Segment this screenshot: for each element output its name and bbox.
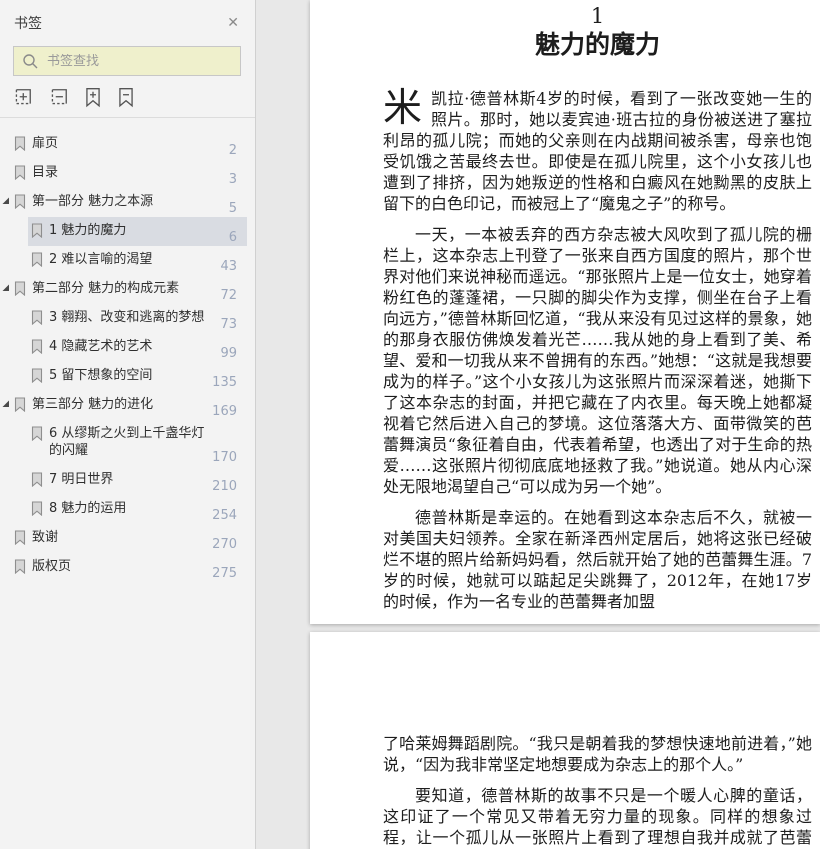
bookmark-icon — [31, 471, 43, 487]
bookmarks-panel: 书签 ✕ 书签查找 扉页 2 目录 3 第一部分 魅力之本源 5 1 魅力的魔力… — [0, 0, 256, 849]
search-icon — [22, 53, 47, 70]
bookmark-item[interactable]: 版权页 275 — [2, 553, 247, 582]
bookmark-page-number: 73 — [220, 317, 237, 332]
bookmark-item[interactable]: 8 魅力的运用 254 — [28, 495, 247, 524]
bookmark-label: 5 留下想象的空间 — [49, 368, 153, 383]
bookmark-page-number: 275 — [212, 566, 237, 581]
paragraph: 一天，一本被丢弃的西方杂志被大风吹到了孤儿院的栅栏上，这本杂志上刊登了一张来自西… — [383, 225, 812, 496]
bookmark-item[interactable]: 2 难以言喻的渴望 43 — [28, 246, 247, 275]
panel-title: 书签 — [14, 16, 42, 32]
bookmark-icon — [31, 500, 43, 516]
bookmark-page-number: 3 — [228, 172, 237, 187]
paragraph: 米凯拉·德普林斯4岁的时候，看到了一张改变她一生的照片。那时，她以麦宾迪·班古拉… — [383, 88, 812, 214]
close-icon[interactable]: ✕ — [227, 16, 239, 30]
bookmark-item[interactable]: 致谢 270 — [2, 524, 247, 553]
bookmark-label: 4 隐藏艺术的艺术 — [49, 339, 153, 354]
bookmark-search-box[interactable] — [13, 46, 241, 76]
bookmark-page-number: 72 — [220, 288, 237, 303]
bookmark-item[interactable]: 3 翱翔、改变和逃离的梦想 73 — [28, 304, 247, 333]
bookmark-label: 8 魅力的运用 — [49, 501, 127, 516]
bookmark-page-number: 169 — [212, 404, 237, 419]
bookmark-icon — [14, 396, 26, 412]
bookmark-label: 第三部分 魅力的进化 — [32, 397, 154, 412]
drop-cap: 米 — [383, 86, 423, 131]
bookmark-item[interactable]: 第二部分 魅力的构成元素 72 — [2, 275, 247, 304]
bookmark-icon — [31, 367, 43, 383]
chapter-number: 1 — [590, 4, 605, 28]
bookmark-label: 6 从缪斯之火到上千盏华灯的闪耀 — [49, 426, 205, 458]
bookmark-page-number: 210 — [212, 479, 237, 494]
bookmark-icon — [31, 338, 43, 354]
bookmark-item[interactable]: 7 明日世界 210 — [28, 466, 247, 495]
expander-icon[interactable] — [2, 396, 14, 408]
search-input[interactable] — [47, 53, 232, 69]
bookmark-page-number: 2 — [228, 143, 237, 158]
bookmark-icon — [31, 251, 43, 267]
paragraph: 了哈莱姆舞蹈剧院。“我只是朝着我的梦想快速地前进着，”她说，“因为我非常坚定地想… — [383, 734, 812, 774]
bookmark-label: 版权页 — [32, 559, 72, 574]
bookmark-label: 2 难以言喻的渴望 — [49, 252, 153, 267]
bookmarks-toolbar — [0, 76, 255, 118]
document-page-1: 1 魅力的魔力 米凯拉·德普林斯4岁的时候，看到了一张改变她一生的照片。那时，她… — [310, 0, 820, 624]
expand-all-icon[interactable] — [12, 87, 33, 108]
bookmark-item[interactable]: 第一部分 魅力之本源 5 — [2, 188, 247, 217]
remove-bookmark-icon[interactable] — [117, 87, 135, 108]
document-view[interactable]: 1 魅力的魔力 米凯拉·德普林斯4岁的时候，看到了一张改变她一生的照片。那时，她… — [256, 0, 820, 849]
bookmark-label: 7 明日世界 — [49, 472, 114, 487]
bookmark-item[interactable]: 1 魅力的魔力 6 — [28, 217, 247, 246]
bookmark-icon — [14, 280, 26, 296]
add-bookmark-icon[interactable] — [84, 87, 102, 108]
bookmark-icon — [14, 164, 26, 180]
bookmark-page-number: 99 — [220, 346, 237, 361]
bookmark-item[interactable]: 扉页 2 — [2, 130, 247, 159]
bookmark-icon — [14, 529, 26, 545]
bookmark-label: 第一部分 魅力之本源 — [32, 194, 154, 209]
paragraph: 德普林斯是幸运的。在她看到这本杂志后不久，就被一对美国夫妇领养。全家在新泽西州定… — [383, 508, 812, 611]
collapse-all-icon[interactable] — [48, 87, 69, 108]
bookmark-label: 扉页 — [32, 136, 59, 151]
bookmark-icon — [14, 193, 26, 209]
bookmarks-panel-header: 书签 ✕ — [0, 0, 255, 43]
bookmark-item[interactable]: 4 隐藏艺术的艺术 99 — [28, 333, 247, 362]
bookmark-item[interactable]: 6 从缪斯之火到上千盏华灯的闪耀 170 — [28, 420, 247, 466]
expander-icon[interactable] — [2, 280, 14, 292]
document-page-2: 了哈莱姆舞蹈剧院。“我只是朝着我的梦想快速地前进着，”她说，“因为我非常坚定地想… — [310, 632, 820, 849]
bookmark-item[interactable]: 第三部分 魅力的进化 169 — [2, 391, 247, 420]
bookmark-icon — [14, 558, 26, 574]
bookmark-label: 目录 — [32, 165, 59, 180]
bookmark-icon — [31, 222, 43, 238]
paragraph-text: 凯拉·德普林斯4岁的时候，看到了一张改变她一生的照片。那时，她以麦宾迪·班古拉的… — [383, 89, 812, 213]
paragraph: 要知道，德普林斯的故事不只是一个暖人心脾的童话，这印证了一个常见又带着无穷力量的… — [383, 786, 812, 847]
bookmark-page-number: 5 — [228, 201, 237, 216]
bookmark-icon — [31, 309, 43, 325]
bookmark-page-number: 170 — [212, 450, 237, 465]
bookmark-page-number: 43 — [220, 259, 237, 274]
bookmark-tree: 扉页 2 目录 3 第一部分 魅力之本源 5 1 魅力的魔力 6 2 难以言喻的渴望 43 第二部分… — [0, 118, 255, 849]
bookmark-label: 3 翱翔、改变和逃离的梦想 — [49, 310, 205, 325]
chapter-title: 魅力的魔力 — [534, 30, 660, 59]
bookmark-label: 致谢 — [32, 530, 59, 545]
bookmark-page-number: 6 — [228, 230, 237, 245]
bookmark-icon — [31, 425, 43, 441]
bookmark-label: 第二部分 魅力的构成元素 — [32, 281, 180, 296]
bookmark-item[interactable]: 5 留下想象的空间 135 — [28, 362, 247, 391]
bookmark-label: 1 魅力的魔力 — [49, 223, 127, 238]
bookmark-page-number: 254 — [212, 508, 237, 523]
expander-icon[interactable] — [2, 193, 14, 205]
bookmark-page-number: 135 — [212, 375, 237, 390]
bookmark-icon — [14, 135, 26, 151]
bookmark-item[interactable]: 目录 3 — [2, 159, 247, 188]
bookmark-page-number: 270 — [212, 537, 237, 552]
